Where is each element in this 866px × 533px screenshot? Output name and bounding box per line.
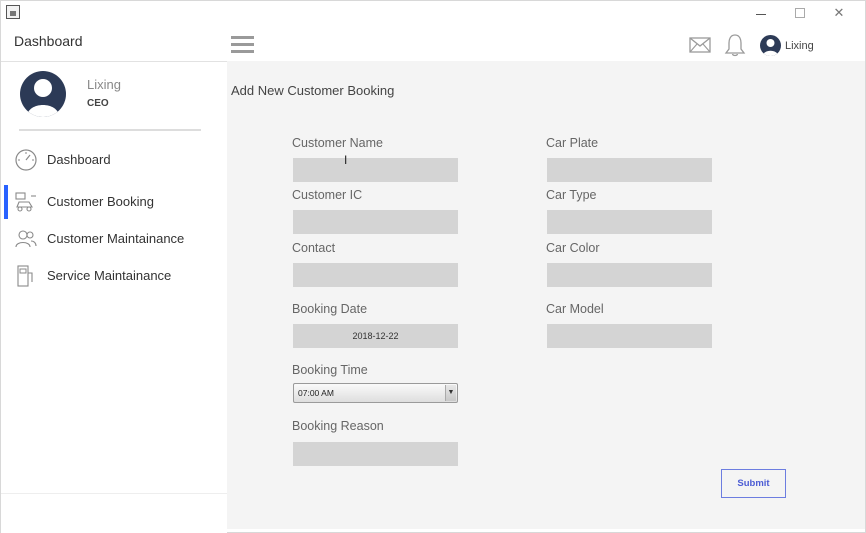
- booking-date-field[interactable]: 2018-12-22: [293, 324, 458, 348]
- booking-time-value: 07:00 AM: [298, 388, 334, 398]
- customer-ic-label: Customer IC: [292, 188, 363, 202]
- header-user-name[interactable]: Lixing: [785, 40, 814, 52]
- car-type-label: Car Type: [546, 188, 597, 202]
- app-window: ✕ Dashboard Lixing Lixing CEO Dashboard …: [0, 0, 866, 533]
- sidebar-item-label: Customer Maintainance: [47, 231, 185, 246]
- car-color-label: Car Color: [546, 241, 600, 255]
- hamburger-line: [231, 50, 254, 53]
- header-bar: Dashboard Lixing: [1, 25, 865, 61]
- sidebar: Lixing CEO Dashboard Customer Booking Cu…: [1, 61, 227, 533]
- submit-button[interactable]: Submit: [721, 469, 786, 498]
- customers-icon: [15, 230, 37, 248]
- booking-time-label: Booking Time: [292, 363, 368, 377]
- booking-reason-label: Booking Reason: [292, 419, 384, 433]
- sidebar-item-service-maintainance[interactable]: Service Maintainance: [1, 259, 227, 293]
- text-cursor-icon: I: [344, 153, 348, 167]
- speedometer-icon: [15, 149, 37, 171]
- sidebar-item-dashboard[interactable]: Dashboard: [1, 143, 227, 177]
- minimize-button[interactable]: [749, 3, 773, 23]
- header-title: Dashboard: [14, 33, 83, 49]
- minimize-icon: [756, 14, 766, 15]
- sidebar-item-label: Service Maintainance: [47, 268, 172, 283]
- car-booking-icon: [15, 192, 36, 212]
- service-icon: [17, 265, 33, 287]
- car-model-label: Car Model: [546, 302, 604, 316]
- hamburger-line: [231, 43, 254, 46]
- title-bar: ✕: [1, 1, 865, 25]
- close-icon: ✕: [833, 5, 845, 20]
- sidebar-item-label: Dashboard: [47, 152, 111, 167]
- booking-form-panel: Add New Customer Booking Customer Name C…: [227, 61, 865, 529]
- mail-icon[interactable]: [689, 37, 711, 53]
- profile-name: Lixing: [87, 77, 121, 92]
- car-type-input[interactable]: [547, 210, 712, 234]
- user-silhouette-icon: [27, 79, 59, 117]
- maximize-icon: [795, 8, 805, 18]
- maximize-button[interactable]: [788, 3, 812, 23]
- avatar[interactable]: [760, 35, 781, 56]
- user-silhouette-icon: [763, 39, 778, 56]
- booking-time-select[interactable]: 07:00 AM ▼: [293, 383, 458, 403]
- customer-name-label: Customer Name: [292, 136, 383, 150]
- customer-name-input[interactable]: [293, 158, 458, 182]
- sidebar-item-customer-maintainance[interactable]: Customer Maintainance: [1, 222, 227, 256]
- contact-input[interactable]: [293, 263, 458, 287]
- bell-icon[interactable]: [724, 33, 746, 57]
- car-plate-label: Car Plate: [546, 136, 599, 150]
- sidebar-divider: [1, 493, 227, 494]
- car-model-input[interactable]: [547, 324, 712, 348]
- sidebar-item-customer-booking[interactable]: Customer Booking: [1, 185, 227, 219]
- profile-avatar: [20, 71, 66, 117]
- car-plate-input[interactable]: [547, 158, 712, 182]
- hamburger-line: [231, 36, 254, 39]
- sidebar-item-label: Customer Booking: [47, 194, 154, 209]
- booking-reason-input[interactable]: [293, 442, 458, 466]
- app-icon: [6, 5, 20, 19]
- dropdown-arrow-icon[interactable]: ▼: [445, 385, 456, 401]
- profile-divider: [19, 129, 201, 131]
- contact-label: Contact: [292, 241, 336, 255]
- active-indicator: [4, 185, 8, 219]
- close-button[interactable]: ✕: [827, 3, 851, 23]
- hamburger-icon[interactable]: [231, 36, 254, 54]
- customer-ic-input[interactable]: [293, 210, 458, 234]
- profile-role: CEO: [87, 98, 109, 109]
- car-color-input[interactable]: [547, 263, 712, 287]
- booking-date-label: Booking Date: [292, 302, 368, 316]
- page-title: Add New Customer Booking: [231, 83, 395, 98]
